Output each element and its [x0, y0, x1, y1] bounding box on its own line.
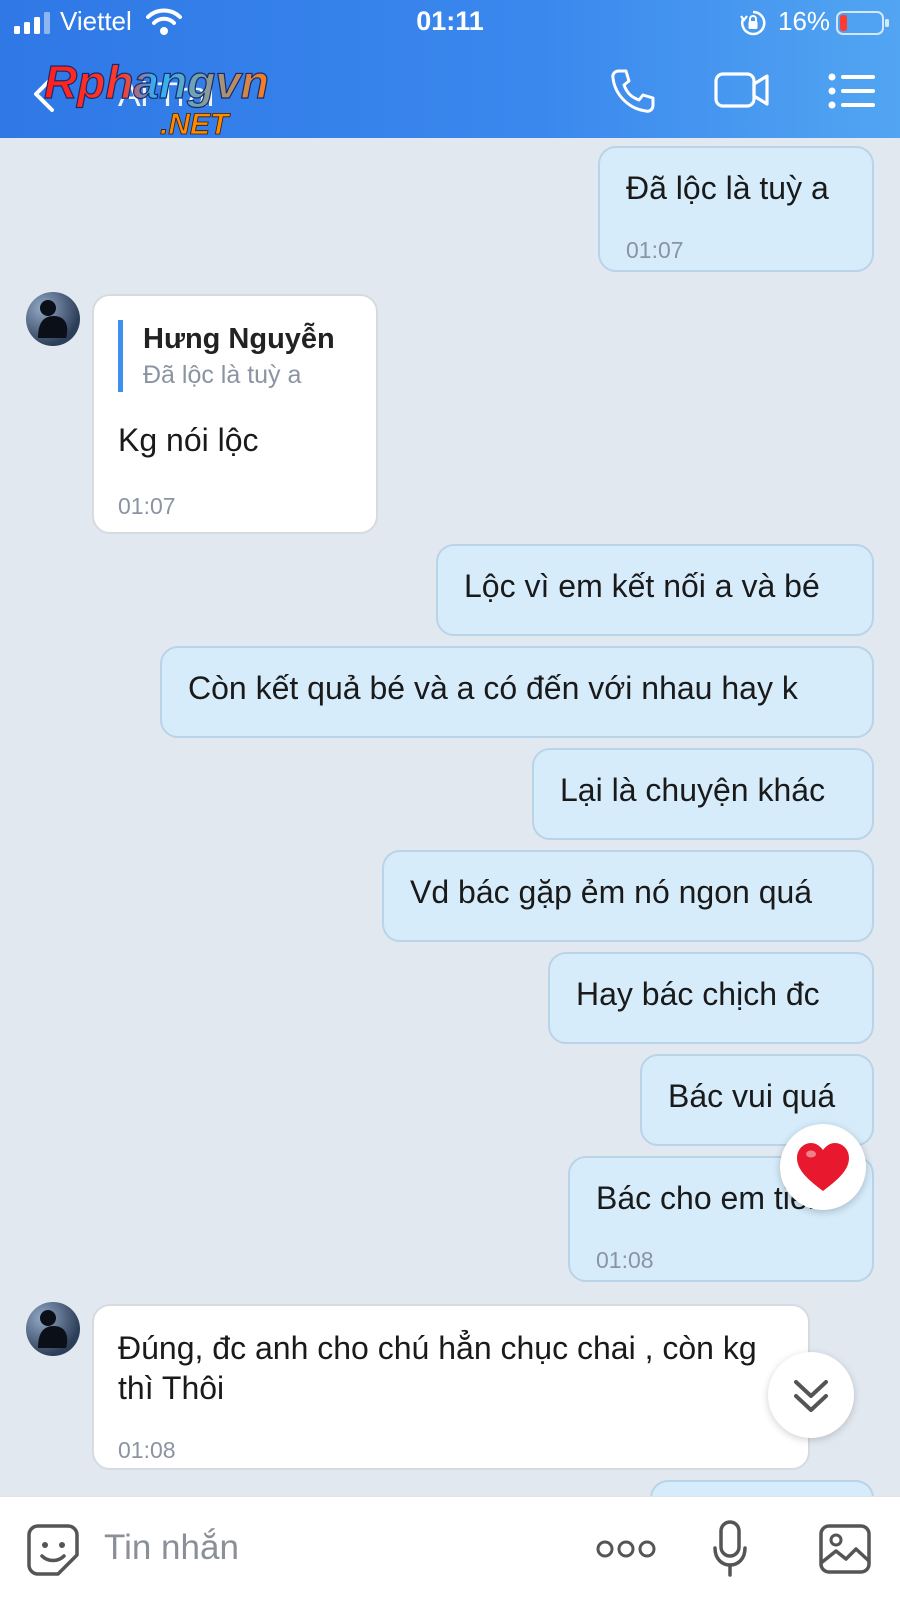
message-bubble-outgoing[interactable]: Hay bác chịch đc: [548, 952, 874, 1044]
watermark-text-top: Rphangvn: [44, 56, 269, 108]
battery-icon: [836, 11, 889, 35]
message-text: Vd bác gặp ẻm nó ngon quá: [410, 874, 813, 910]
message-text: Đã lộc là tuỳ a: [626, 170, 829, 206]
message-bubble-incoming[interactable]: Đúng, đc anh cho chú hẳn chục chai , còn…: [92, 1304, 810, 1470]
avatar-silhouette-icon: [38, 1310, 68, 1348]
menu-icon[interactable]: [828, 72, 876, 110]
status-bar: Viettel 01:11 16%: [0, 0, 900, 46]
contact-avatar[interactable]: [26, 1302, 80, 1356]
video-icon[interactable]: [714, 70, 770, 110]
double-chevron-down-icon: [794, 1380, 828, 1412]
message-text: Lại là chuyện khác: [560, 772, 826, 808]
message-text: Lộc vì em kết nối a và bé: [464, 568, 820, 604]
avatar-silhouette-icon: [38, 300, 68, 338]
message-bubble-outgoing[interactable]: Lộc vì em kết nối a và bé: [436, 544, 874, 636]
message-bubble-outgoing[interactable]: Còn kết quả bé và a có đến với nhau hay …: [160, 646, 874, 738]
message-bubble-outgoing[interactable]: Vd bác gặp ẻm nó ngon quá: [382, 850, 874, 942]
image-icon[interactable]: [818, 1523, 872, 1575]
site-watermark-logo: Rphangvn .NET: [43, 56, 269, 138]
message-text: Bác vui quá: [668, 1078, 836, 1114]
contact-avatar[interactable]: [26, 292, 80, 346]
message-text: Hay bác chịch đc: [576, 976, 820, 1012]
message-input-bar: [0, 1496, 900, 1601]
message-time: 01:08: [118, 1437, 176, 1463]
mic-icon[interactable]: [712, 1519, 748, 1579]
rotation-lock-icon: [740, 10, 766, 36]
heart-reaction-button[interactable]: [780, 1124, 866, 1210]
message-text: Đúng, đc anh cho chú hẳn chục chai , còn…: [118, 1330, 757, 1406]
message-time: 01:07: [118, 493, 176, 519]
heart-icon: [797, 1143, 849, 1191]
message-text: Kg nói lộc: [118, 422, 259, 458]
sticker-icon[interactable]: [26, 1523, 80, 1577]
message-text: Còn kết quả bé và a có đến với nhau hay …: [188, 670, 798, 706]
phone-icon[interactable]: [610, 68, 656, 114]
quoted-message[interactable]: Hưng Nguyễn Đã lộc là tuỳ a: [118, 320, 335, 392]
message-bubble-outgoing[interactable]: Lại là chuyện khác: [532, 748, 874, 840]
message-bubble-outgoing[interactable]: Đã lộc là tuỳ a 01:07: [598, 146, 874, 272]
more-icon[interactable]: [596, 1537, 656, 1561]
nav-bar: Ai Trai Rphangvn .NET: [0, 46, 900, 138]
message-time: 01:07: [626, 237, 684, 263]
message-bubble-incoming-reply[interactable]: Hưng Nguyễn Đã lộc là tuỳ a Kg nói lộc 0…: [92, 294, 378, 534]
scroll-to-bottom-button[interactable]: [768, 1352, 854, 1438]
quote-author: Hưng Nguyễn: [143, 323, 335, 355]
message-time: 01:08: [596, 1247, 654, 1273]
battery-percent: 16%: [778, 6, 831, 36]
message-input[interactable]: [102, 1519, 546, 1577]
chat-header: Viettel 01:11 16% Ai Trai Rphangvn .NET: [0, 0, 900, 138]
watermark-text-bottom: .NET: [160, 108, 231, 138]
quote-text: Đã lộc là tuỳ a: [143, 361, 302, 389]
